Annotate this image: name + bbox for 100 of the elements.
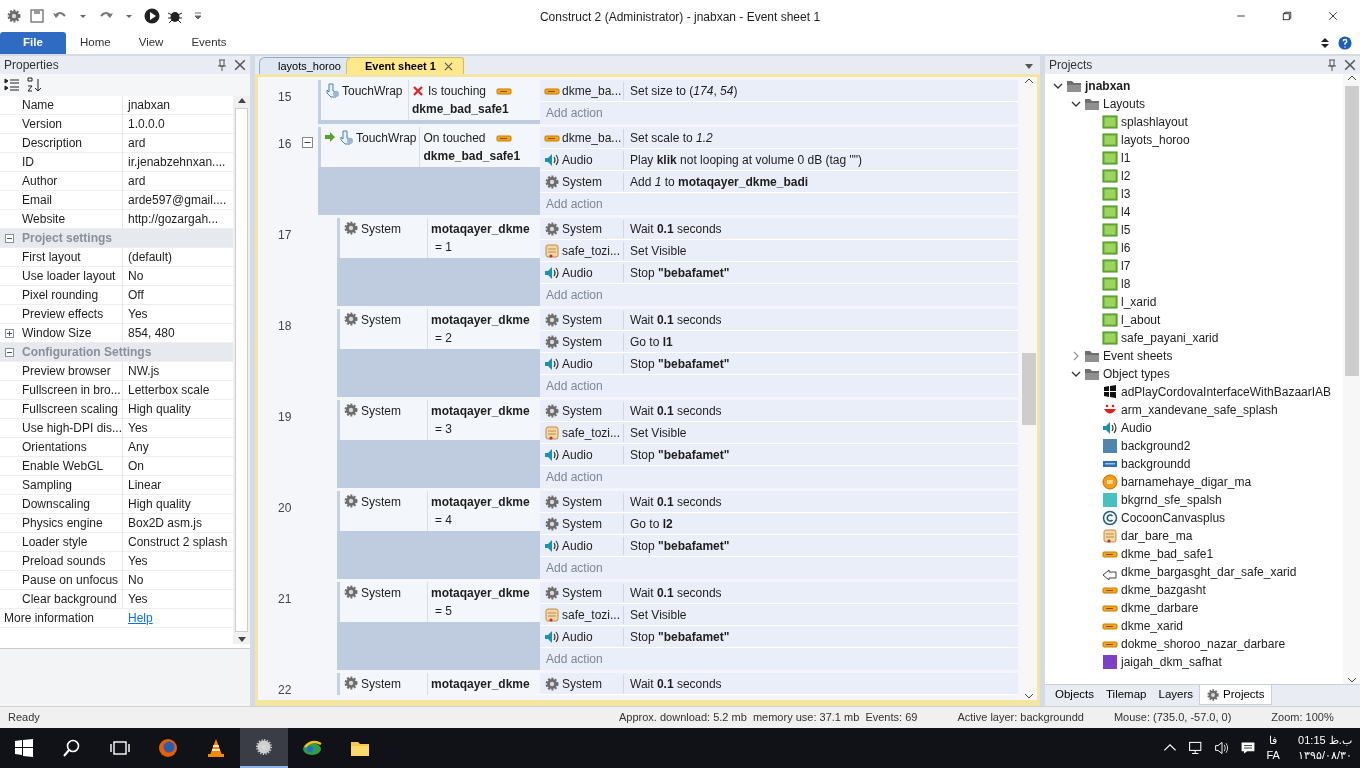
tree-item[interactable]: jaigah_dkm_safhat (1045, 653, 1343, 671)
property-value[interactable]: Linear (123, 476, 233, 494)
tree-item[interactable]: Event sheets (1045, 347, 1343, 365)
property-value[interactable]: Any (123, 438, 233, 456)
property-value[interactable]: NW.js (123, 362, 233, 380)
collapse-icon[interactable] (302, 137, 313, 148)
property-value[interactable]: 854, 480 (123, 324, 233, 342)
volume-icon[interactable] (1214, 740, 1231, 756)
tree-item[interactable]: arm_xandevane_safe_splash (1045, 401, 1343, 419)
pin-icon[interactable] (1326, 59, 1338, 71)
help-icon[interactable] (1338, 36, 1352, 50)
scroll-up-icon[interactable] (1023, 77, 1034, 85)
tree-item[interactable]: l2 (1045, 167, 1343, 185)
expand-icon[interactable] (4, 328, 14, 338)
scroll-down-icon[interactable] (1346, 676, 1357, 684)
property-value[interactable]: Off (123, 286, 233, 304)
property-value[interactable]: (default) (123, 248, 233, 266)
tree-item[interactable]: dkme_bazgasht (1045, 581, 1343, 599)
scrollbar[interactable] (233, 96, 250, 644)
tree-item[interactable]: dar_bare_ma (1045, 527, 1343, 545)
minimize-ribbon-icon[interactable] (1320, 36, 1330, 50)
property-value[interactable]: Yes (123, 552, 233, 570)
property-value[interactable]: Letterbox scale (123, 381, 233, 399)
property-value[interactable]: No (123, 267, 233, 285)
tree-item[interactable]: dkme_darbare (1045, 599, 1343, 617)
property-value[interactable]: High quality (123, 495, 233, 513)
document-tab[interactable]: Event sheet 1 (346, 57, 464, 74)
scroll-up-icon[interactable] (1346, 74, 1357, 82)
tree-item[interactable]: adPlayCordovaInterfaceWithBazaarIAB (1045, 383, 1343, 401)
condition-block[interactable]: TouchWrap On touched dkme_bad_safe1 (318, 127, 540, 167)
tree-item[interactable]: dkme_bargasght_dar_safe_xarid (1045, 563, 1343, 581)
condition-block[interactable]: System motaqayer_dkme = 4 (337, 491, 540, 531)
property-value[interactable]: ir.jenabzehnxan.... (123, 153, 233, 171)
property-value[interactable]: Yes (123, 590, 233, 608)
document-tab[interactable]: layots_horoo (259, 57, 352, 74)
condition-block[interactable]: System motaqayer_dkme = 5 (337, 582, 540, 622)
scrollbar-thumb[interactable] (235, 108, 248, 632)
condition-block[interactable]: System motaqayer_dkme = 1 (337, 218, 540, 258)
ribbon-tab[interactable]: Events (177, 32, 241, 54)
tree-item[interactable]: background2 (1045, 437, 1343, 455)
close-icon[interactable] (1344, 59, 1356, 71)
tree-item[interactable]: dkme_xarid (1045, 617, 1343, 635)
panel-tab[interactable]: Objects (1049, 685, 1100, 705)
condition-block[interactable]: System motaqayer_dkme (337, 673, 540, 695)
ribbon-tab[interactable]: Home (66, 32, 125, 54)
collapse-icon[interactable] (1071, 369, 1081, 379)
property-value[interactable]: jnabxan (123, 96, 233, 114)
scrollbar[interactable] (1343, 74, 1360, 684)
tree-item[interactable]: l3 (1045, 185, 1343, 203)
tab-list-icon[interactable] (1024, 62, 1034, 70)
pin-icon[interactable] (216, 59, 228, 71)
tree-item[interactable]: dokme_shoroo_nazar_darbare (1045, 635, 1343, 653)
tree-item[interactable]: dkme_bad_safe1 (1045, 545, 1343, 563)
condition-block[interactable]: TouchWrap Is touching dkme_bad_safe1 (318, 80, 540, 120)
tree-item[interactable]: l4 (1045, 203, 1343, 221)
tree-item[interactable]: backgroundd (1045, 455, 1343, 473)
construct-button[interactable] (240, 728, 288, 768)
app-gear-icon[interactable] (6, 7, 22, 24)
property-value[interactable]: Yes (123, 305, 233, 323)
property-value[interactable]: High quality (123, 400, 233, 418)
scrollbar-thumb[interactable] (1021, 352, 1036, 425)
tree-item[interactable]: l8 (1045, 275, 1343, 293)
collapse-icon[interactable] (1053, 81, 1063, 91)
categorized-icon[interactable] (4, 77, 20, 93)
property-value[interactable]: arde597@gmail.... (123, 191, 233, 209)
close-icon[interactable] (443, 61, 453, 71)
collapse-icon[interactable] (4, 347, 14, 357)
collapse-icon[interactable] (4, 233, 14, 243)
tree-item[interactable]: l1 (1045, 149, 1343, 167)
property-value[interactable]: ard (123, 172, 233, 190)
property-value[interactable]: Box2D asm.js (123, 514, 233, 532)
property-value[interactable]: On (123, 457, 233, 475)
notification-icon[interactable] (1240, 740, 1257, 756)
tree-item[interactable]: l_about (1045, 311, 1343, 329)
help-link[interactable]: Help (123, 609, 153, 627)
property-value[interactable]: http://gozargah... (123, 210, 233, 228)
panel-tab[interactable]: Layers (1152, 685, 1199, 705)
condition-block[interactable]: System motaqayer_dkme = 3 (337, 400, 540, 440)
collapse-icon[interactable] (1071, 99, 1081, 109)
condition-block[interactable]: System motaqayer_dkme = 2 (337, 309, 540, 349)
property-value[interactable]: Yes (123, 419, 233, 437)
tree-item[interactable]: l5 (1045, 221, 1343, 239)
tree-item[interactable]: layots_horoo (1045, 131, 1343, 149)
file-menu-button[interactable]: File (0, 32, 66, 54)
tree-item[interactable]: Audio (1045, 419, 1343, 437)
panel-tab[interactable]: Tilemap (1100, 685, 1153, 705)
property-value[interactable]: No (123, 571, 233, 589)
tree-item[interactable]: Layouts (1045, 95, 1343, 113)
scroll-down-icon[interactable] (236, 636, 247, 644)
panel-tab[interactable]: Projects (1199, 685, 1272, 705)
scrollbar-thumb[interactable] (1344, 86, 1359, 376)
save-icon[interactable] (29, 7, 45, 24)
tree-item[interactable]: bkgrnd_sfe_spalsh (1045, 491, 1343, 509)
scroll-down-icon[interactable] (1023, 692, 1034, 700)
property-value[interactable]: Construct 2 splash (123, 533, 233, 551)
tree-item[interactable]: l_xarid (1045, 293, 1343, 311)
tree-item[interactable]: Object types (1045, 365, 1343, 383)
play-icon[interactable] (144, 7, 160, 24)
scrollbar[interactable] (1020, 77, 1037, 700)
tree-item[interactable]: l7 (1045, 257, 1343, 275)
